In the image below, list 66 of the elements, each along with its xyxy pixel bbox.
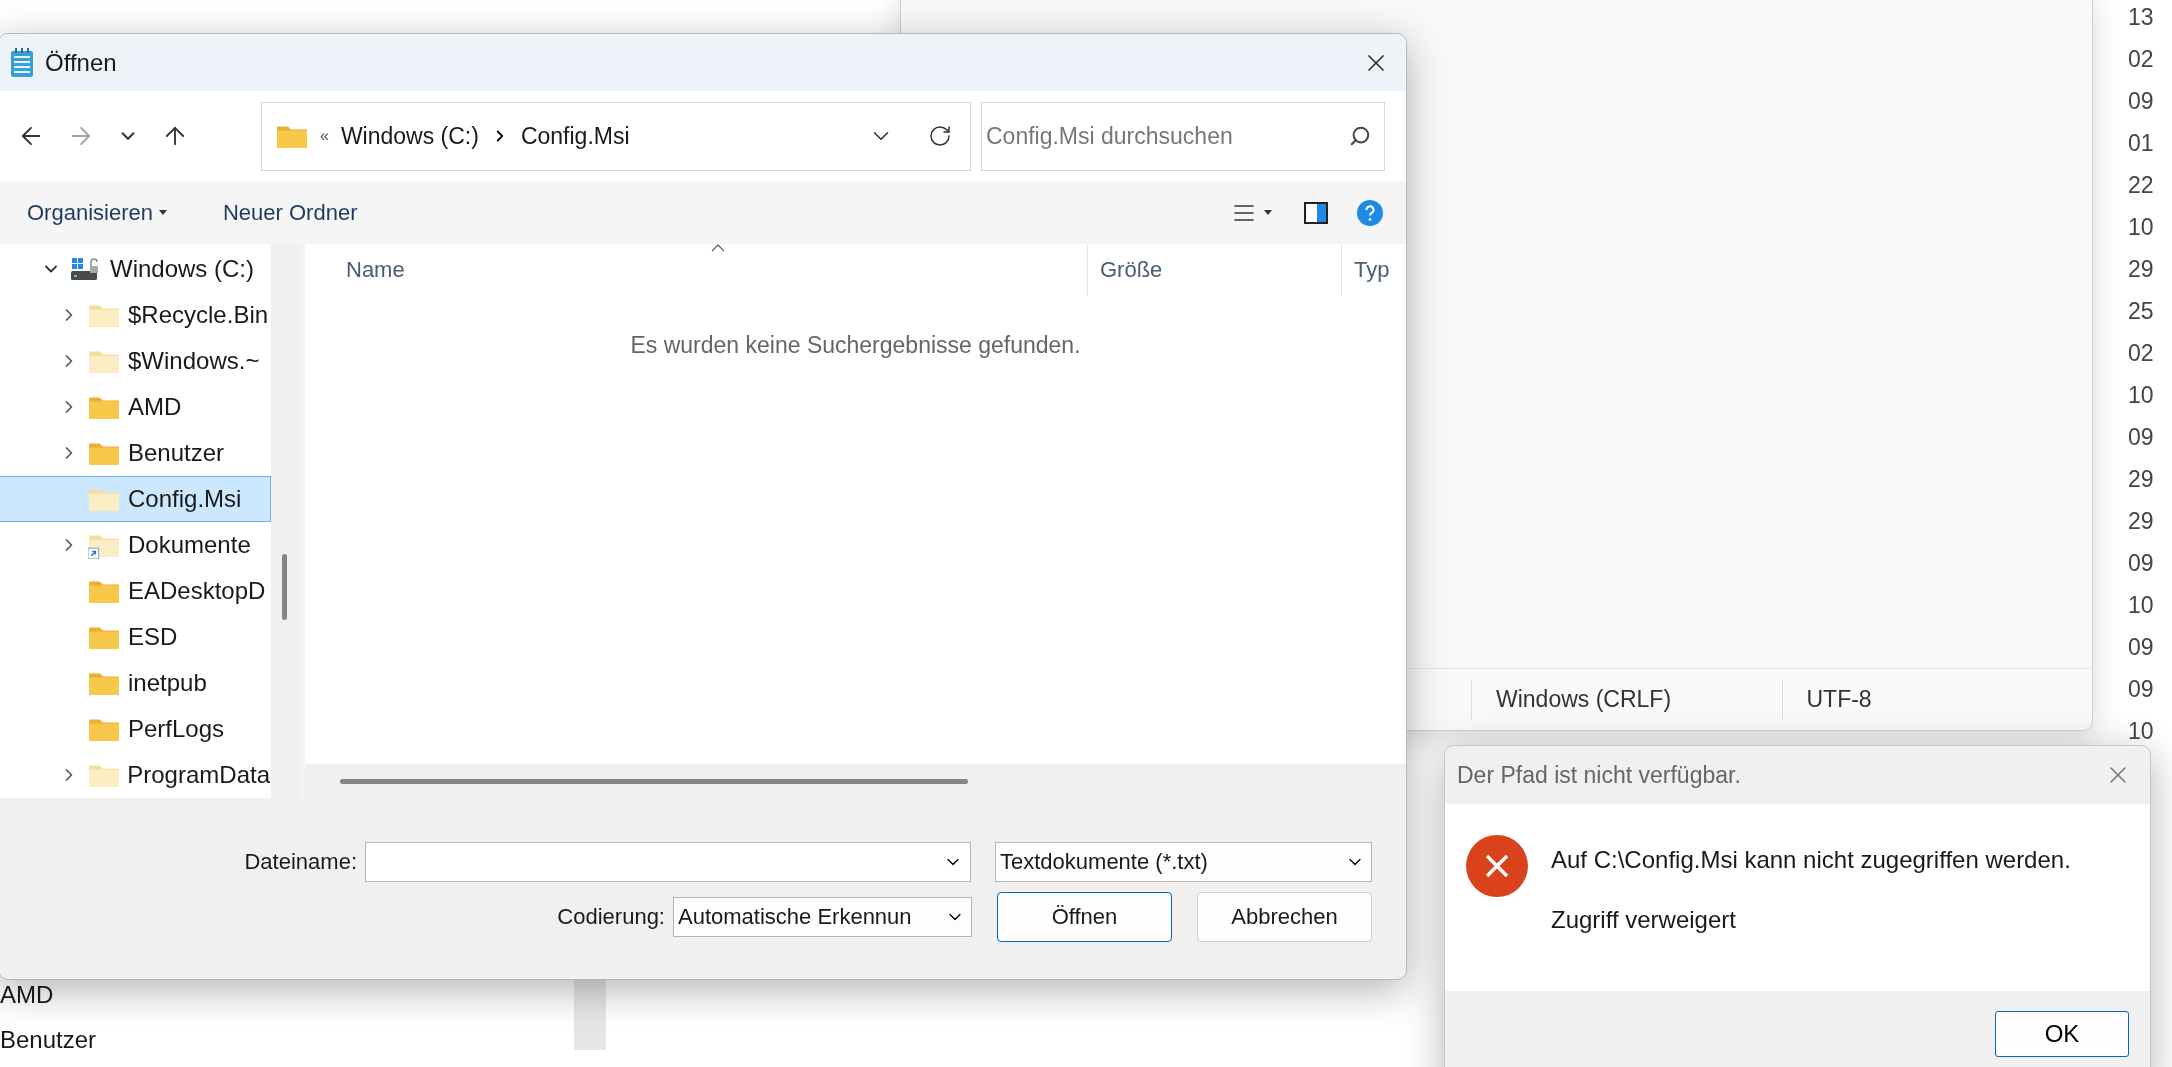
window-title: Öffnen <box>45 48 118 77</box>
table-cell-text: 09 <box>2128 675 2154 704</box>
tree-item[interactable]: inetpub <box>0 660 271 706</box>
breadcrumb[interactable]: Windows (C:) <box>340 122 479 150</box>
window-title: Der Pfad ist nicht verfügbar. <box>1457 761 1742 789</box>
encoding-dropdown[interactable]: Automatische Erkennun <box>673 897 972 937</box>
tree-item[interactable]: $Recycle.Bin <box>0 292 271 338</box>
table-cell-text: 10 <box>2128 381 2154 410</box>
table-cell-text: 09 <box>2128 549 2154 578</box>
status-item: Windows (CRLF) <box>1471 680 1782 719</box>
tree-item[interactable]: Benutzer <box>0 430 271 476</box>
table-cell-text: 01 <box>2128 129 2154 158</box>
table-cell-text: 22 <box>2128 171 2154 200</box>
tree-item[interactable]: Windows (C:) <box>0 246 271 292</box>
command-button[interactable]: Neuer Ordner <box>214 195 366 230</box>
dialog-button[interactable]: Öffnen <box>997 892 1172 942</box>
tree-item[interactable]: $Windows.~ <box>0 338 271 384</box>
search-icon <box>1349 124 1371 147</box>
tree-item[interactable]: Benutzer <box>0 1020 97 1065</box>
status-item: UTF-8 <box>1781 680 2092 719</box>
column-header[interactable]: Typ <box>1342 244 1406 296</box>
table-cell-text: 25 <box>2128 297 2154 326</box>
table-cell-text: 02 <box>2128 339 2154 368</box>
field-label: Codierung: <box>557 904 665 930</box>
table-cell-text: 09 <box>2128 633 2154 662</box>
tree-item[interactable]: EADesktopD <box>0 568 271 614</box>
tree-item[interactable]: ESD <box>0 614 271 660</box>
table-cell-text: 29 <box>2128 255 2154 284</box>
command-button[interactable]: Organisieren <box>19 195 175 230</box>
caret-icon <box>1264 210 1272 215</box>
scroll-thumb[interactable] <box>340 778 968 784</box>
tree-item[interactable]: PerfLogs <box>0 706 271 752</box>
ok-button[interactable]: OK <box>1995 1011 2129 1057</box>
field-label: Dateiname: <box>244 849 357 875</box>
refresh-icon <box>928 124 952 148</box>
table-cell-text: 10 <box>2128 213 2154 242</box>
error-detail: Zugriff verweigert <box>1551 906 1737 934</box>
breadcrumb[interactable]: Config.Msi <box>520 122 630 150</box>
notepad-icon <box>9 47 35 78</box>
breadcrumb-overflow[interactable]: « <box>320 127 329 145</box>
table-cell-text: 09 <box>2128 423 2154 452</box>
table-cell-text: 10 <box>2128 591 2154 620</box>
scroll-thumb[interactable] <box>282 554 287 620</box>
column-header[interactable]: Name <box>334 244 1088 296</box>
tree-item[interactable]: AMD <box>0 384 271 430</box>
help-icon[interactable] <box>1356 198 1384 227</box>
table-cell-text: 02 <box>2128 45 2154 74</box>
empty-message: Es wurden keine Suchergebnisse gefunden. <box>630 332 1081 360</box>
file-type-dropdown[interactable]: Textdokumente (*.txt) <box>995 842 1372 882</box>
table-cell-text: 10 <box>2128 717 2154 746</box>
tree-item[interactable]: Config.Msi <box>0 476 271 522</box>
column-header[interactable]: Größe <box>1088 244 1342 296</box>
filename-field[interactable] <box>365 842 971 882</box>
scrollbar[interactable] <box>574 980 606 1050</box>
error-message: Auf C:\Config.Msi kann nicht zugegriffen werden. <box>1551 846 2071 874</box>
tree-item[interactable]: Dokumente <box>0 522 271 568</box>
search-field[interactable]: Config.Msi durchsuchen <box>981 101 1385 171</box>
table-cell-text: 29 <box>2128 465 2154 494</box>
table-cell-text: 13 <box>2128 3 2154 32</box>
error-icon <box>1465 834 1529 898</box>
preview-pane-icon[interactable] <box>1304 201 1328 224</box>
table-cell-text: 09 <box>2128 87 2154 116</box>
address-bar[interactable]: « Windows (C:) Config.Msi <box>261 101 971 171</box>
tree-item[interactable]: ProgramData <box>0 752 271 798</box>
table-cell-text: 29 <box>2128 507 2154 536</box>
dialog-button[interactable]: Abbrechen <box>1197 892 1372 942</box>
